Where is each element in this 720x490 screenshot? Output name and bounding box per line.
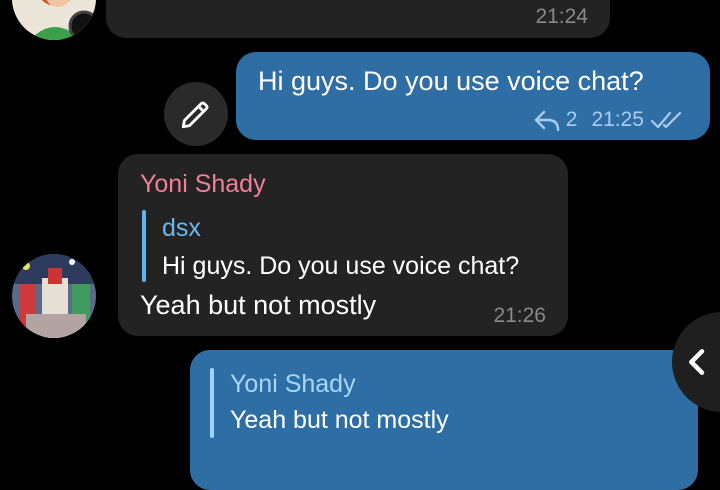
message-text: Yeah but not mostly (140, 290, 377, 320)
message-text: Hi guys. Do you use voice chat? (258, 66, 644, 96)
quote-bar (210, 368, 214, 438)
pencil-icon (181, 101, 209, 129)
quote-text[interactable]: Yeah but not mostly (230, 406, 449, 435)
reply-count[interactable]: 2 (566, 108, 578, 132)
quote-bar (142, 210, 146, 282)
message-time: 21:26 (493, 304, 546, 327)
message-bubble-3[interactable]: Yoni Shady dsx Hi guys. Do you use voice… (118, 154, 568, 336)
edit-button[interactable] (164, 82, 228, 146)
chevron-left-icon (689, 349, 705, 375)
quote-text[interactable]: Hi guys. Do you use voice chat? (162, 252, 519, 281)
message-bubble-1[interactable]: 21:24 (106, 0, 610, 38)
double-check-icon (650, 111, 682, 129)
avatar-user-2[interactable] (12, 254, 96, 338)
message-time: 21:25 (591, 108, 644, 131)
reply-arrow-icon[interactable] (534, 109, 560, 131)
message-text-cutoff (210, 450, 630, 458)
message-time: 21:24 (535, 5, 588, 28)
message-meta: 2 21:25 (534, 108, 684, 132)
quote-author[interactable]: Yoni Shady (230, 370, 356, 399)
avatar-image (12, 254, 96, 338)
message-bubble-2[interactable]: Hi guys. Do you use voice chat? 2 21:25 (236, 52, 710, 140)
avatar-image (12, 0, 96, 40)
sender-name[interactable]: Yoni Shady (140, 170, 266, 199)
avatar-user-1[interactable] (12, 0, 96, 40)
message-bubble-4[interactable]: Yoni Shady Yeah but not mostly (190, 350, 698, 490)
quote-author[interactable]: dsx (162, 214, 201, 243)
